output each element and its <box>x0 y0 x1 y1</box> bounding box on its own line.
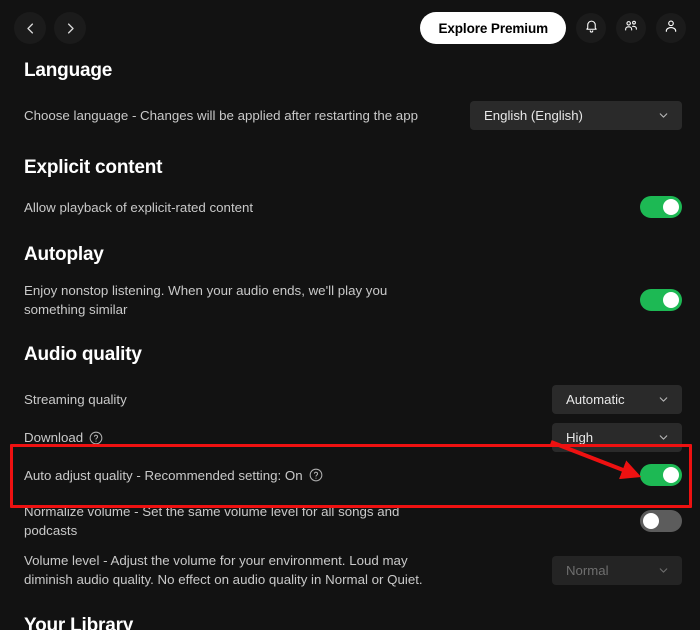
streaming-quality-label: Streaming quality <box>24 392 127 407</box>
row-autoplay: Enjoy nonstop listening. When your audio… <box>24 281 682 319</box>
row-volume-level: Volume level - Adjust the volume for you… <box>24 551 682 589</box>
profile-button[interactable] <box>656 13 686 43</box>
download-quality-label-wrap: Download <box>24 428 103 447</box>
explicit-playback-toggle[interactable] <box>640 196 682 218</box>
bell-icon <box>584 18 599 38</box>
explicit-playback-label: Allow playback of explicit-rated content <box>24 199 254 215</box>
people-group-icon <box>623 18 639 39</box>
explore-premium-button[interactable]: Explore Premium <box>420 12 566 44</box>
section-title-autoplay: Autoplay <box>24 244 104 265</box>
chevron-left-icon <box>23 21 38 36</box>
download-quality-value: High <box>566 430 594 445</box>
section-autoplay: Autoplay Enjoy nonstop listening. When y… <box>24 244 682 319</box>
section-explicit-content: Explicit content Allow playback of expli… <box>24 157 682 218</box>
normalize-volume-label: Normalize volume - Set the same volume l… <box>24 504 400 538</box>
chevron-right-icon <box>63 21 78 36</box>
row-auto-adjust-quality: Auto adjust quality - Recommended settin… <box>24 464 682 486</box>
section-your-library: Your Library Show Local Files <box>24 615 682 630</box>
friend-activity-button[interactable] <box>616 13 646 43</box>
row-download-quality: Download High <box>24 423 682 452</box>
choose-language-label: Choose language - Changes will be applie… <box>24 108 418 123</box>
section-title-your-library: Your Library <box>24 615 134 630</box>
chevron-down-icon <box>657 393 670 406</box>
volume-level-value: Normal <box>566 562 609 578</box>
autoplay-toggle[interactable] <box>640 289 682 311</box>
toggle-knob <box>663 199 679 215</box>
language-select[interactable]: English (English) <box>470 101 682 130</box>
toggle-knob <box>663 467 679 483</box>
autoplay-label: Enjoy nonstop listening. When your audio… <box>24 283 388 317</box>
topbar-actions: Explore Premium <box>420 12 686 44</box>
row-choose-language: Choose language - Changes will be applie… <box>24 101 682 130</box>
volume-level-label: Volume level - Adjust the volume for you… <box>24 553 423 587</box>
notifications-button[interactable] <box>576 13 606 43</box>
streaming-quality-select[interactable]: Automatic <box>552 385 682 414</box>
user-avatar-icon <box>663 18 679 39</box>
chevron-down-icon <box>657 431 670 444</box>
forward-button[interactable] <box>54 12 86 44</box>
toggle-knob <box>643 513 659 529</box>
help-circle-icon[interactable] <box>309 468 323 482</box>
help-circle-icon[interactable] <box>89 431 103 445</box>
back-button[interactable] <box>14 12 46 44</box>
auto-adjust-quality-label-wrap: Auto adjust quality - Recommended settin… <box>24 466 323 485</box>
settings-content: Language Choose language - Changes will … <box>0 60 700 630</box>
section-language: Language Choose language - Changes will … <box>24 60 682 130</box>
auto-adjust-quality-label: Auto adjust quality - Recommended settin… <box>24 467 303 483</box>
download-quality-label: Download <box>24 430 84 445</box>
volume-level-select[interactable]: Normal <box>552 555 682 585</box>
history-nav-group <box>14 12 86 44</box>
normalize-volume-toggle[interactable] <box>640 510 682 532</box>
section-audio-quality: Audio quality Streaming quality Automati… <box>24 344 682 589</box>
chevron-down-icon <box>657 109 670 122</box>
language-select-value: English (English) <box>484 108 583 123</box>
section-title-audio-quality: Audio quality <box>24 344 142 365</box>
toggle-knob <box>663 292 679 308</box>
section-title-explicit-content: Explicit content <box>24 157 163 178</box>
section-title-language: Language <box>24 60 113 81</box>
row-streaming-quality: Streaming quality Automatic <box>24 385 682 414</box>
row-explicit-playback: Allow playback of explicit-rated content <box>24 196 682 218</box>
auto-adjust-quality-toggle[interactable] <box>640 464 682 486</box>
spotify-settings-window: Explore Premium Language Choose language… <box>0 0 700 630</box>
streaming-quality-value: Automatic <box>566 392 625 407</box>
download-quality-select[interactable]: High <box>552 423 682 452</box>
top-navigation-bar: Explore Premium <box>0 0 700 56</box>
chevron-down-icon <box>657 564 670 577</box>
normalize-volume-row: Normalize volume - Set the same volume l… <box>24 502 682 540</box>
